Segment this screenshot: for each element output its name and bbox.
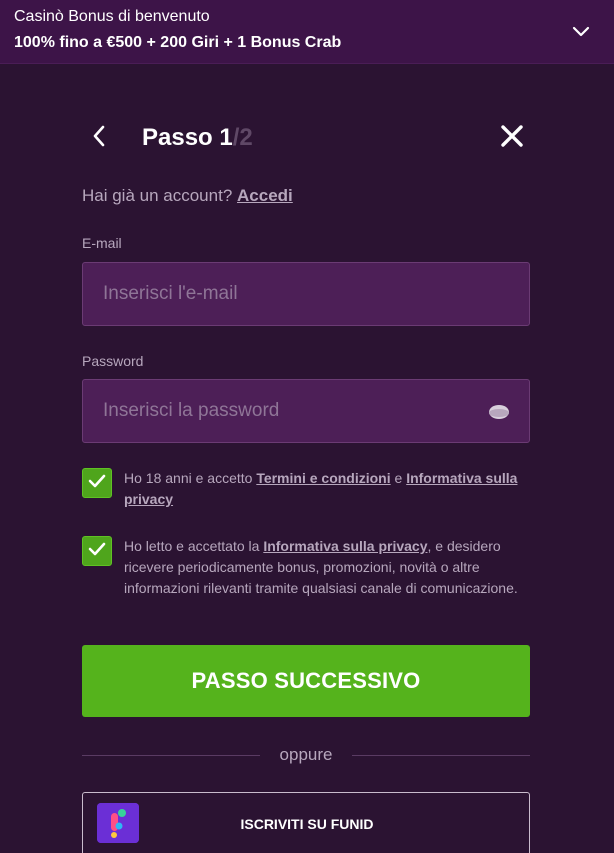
chevron-left-icon — [90, 124, 108, 153]
marketing-text-part: Ho letto e accettato la — [124, 538, 264, 554]
terms-checkbox[interactable] — [82, 468, 112, 498]
checkmark-icon — [88, 542, 106, 561]
next-step-button[interactable]: PASSO SUCCESSIVO — [82, 645, 530, 717]
login-prompt-text: Hai già un account? — [82, 186, 233, 205]
login-prompt: Hai già un account? Accedi — [82, 186, 293, 206]
chevron-down-icon[interactable] — [570, 20, 592, 42]
funid-label: ISCRIVITI SU FUNID — [240, 816, 374, 832]
password-label: Password — [82, 353, 144, 369]
email-field-wrapper — [82, 262, 530, 326]
terms-link[interactable]: Termini e condizioni — [256, 470, 390, 486]
close-button[interactable] — [494, 120, 530, 156]
or-divider: oppure — [82, 744, 530, 766]
email-label: E-mail — [82, 235, 122, 251]
email-field[interactable] — [83, 263, 529, 325]
password-field-wrapper — [82, 379, 530, 443]
password-field[interactable] — [83, 380, 529, 442]
terms-consent: Ho 18 anni e accetto Termini e condizion… — [82, 468, 530, 512]
banner-title: Casinò Bonus di benvenuto — [14, 8, 210, 25]
login-link[interactable]: Accedi — [237, 186, 293, 205]
funid-signup-button[interactable]: ISCRIVITI SU FUNID — [82, 792, 530, 853]
page-title: Passo 1/2 — [142, 124, 253, 152]
privacy-link[interactable]: Informativa sulla privacy — [263, 538, 427, 554]
close-icon — [500, 124, 524, 153]
terms-text-part: e — [390, 470, 407, 486]
marketing-consent-text: Ho letto e accettato la Informativa sull… — [124, 536, 524, 599]
divider-line — [352, 755, 530, 756]
step-total: /2 — [232, 124, 253, 151]
terms-consent-text: Ho 18 anni e accetto Termini e condizion… — [124, 468, 524, 510]
back-button[interactable] — [82, 118, 116, 158]
terms-text-part: Ho 18 anni e accetto — [124, 470, 257, 486]
marketing-checkbox[interactable] — [82, 536, 112, 566]
step-current: Passo 1 — [142, 124, 233, 151]
marketing-consent: Ho letto e accettato la Informativa sull… — [82, 536, 530, 622]
banner-offer: 100% fino a €500 + 200 Giri + 1 Bonus Cr… — [14, 34, 342, 51]
welcome-bonus-banner[interactable]: Casinò Bonus di benvenuto 100% fino a €5… — [0, 0, 614, 64]
eye-icon[interactable] — [487, 400, 511, 424]
checkmark-icon — [88, 474, 106, 493]
step-header: Passo 1/2 — [82, 118, 530, 158]
